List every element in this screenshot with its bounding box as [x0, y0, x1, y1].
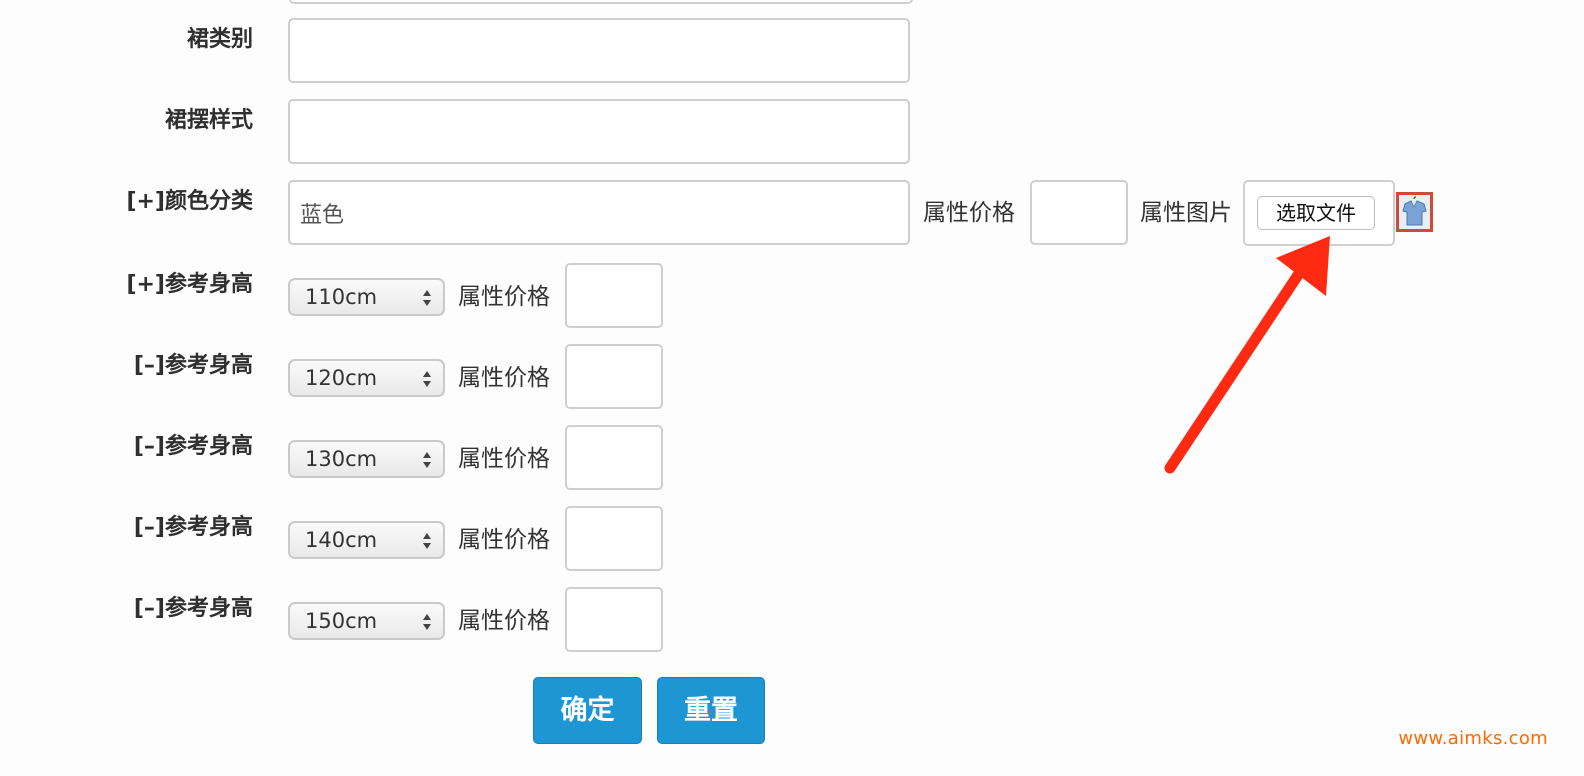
- skirt-type-label: 裙类别: [0, 25, 253, 55]
- height-price-label-3: 属性价格: [458, 446, 550, 472]
- watermark-text: www.aimks.com: [1398, 728, 1548, 749]
- choose-file-button[interactable]: 选取文件: [1257, 196, 1375, 230]
- height-add-toggle[interactable]: [+]: [126, 272, 165, 297]
- select-arrows-icon: [423, 614, 431, 630]
- height-price-input-3[interactable]: [565, 425, 663, 490]
- product-attribute-form: 裙类别 裙摆样式 [+]颜色分类 属性价格 属性图片 选取文件 [+]参考身高 …: [0, 0, 1584, 776]
- hem-style-label-text: 裙摆样式: [164, 108, 253, 133]
- skirt-type-label-text: 裙类别: [186, 27, 253, 52]
- select-arrows-icon: [423, 290, 431, 306]
- height-price-input-2[interactable]: [565, 344, 663, 409]
- height-remove-toggle[interactable]: [–]: [134, 434, 165, 459]
- height-row-1-label: [+]参考身高: [0, 270, 253, 300]
- hem-style-input[interactable]: [288, 99, 910, 164]
- skirt-type-input[interactable]: [288, 18, 910, 83]
- height-price-label-5: 属性价格: [458, 608, 550, 634]
- color-image-label: 属性图片: [1140, 200, 1232, 226]
- height-row-3-label-text: 参考身高: [164, 434, 253, 459]
- height-remove-toggle[interactable]: [–]: [134, 515, 165, 540]
- select-arrows-icon: [423, 371, 431, 387]
- color-value-input[interactable]: [288, 180, 910, 245]
- reset-button[interactable]: 重置: [657, 677, 765, 744]
- height-row-2-label-text: 参考身高: [164, 353, 253, 378]
- height-row-5-label-text: 参考身高: [164, 596, 253, 621]
- height-select-5[interactable]: 150cm: [288, 602, 445, 640]
- color-price-label: 属性价格: [923, 200, 1015, 226]
- color-category-label: [+]颜色分类: [0, 187, 253, 217]
- height-select-1-value: 110cm: [305, 285, 378, 309]
- height-select-2-value: 120cm: [305, 366, 378, 390]
- select-arrows-icon: [423, 533, 431, 549]
- height-price-input-5[interactable]: [565, 587, 663, 652]
- height-select-5-value: 150cm: [305, 609, 378, 633]
- height-select-4[interactable]: 140cm: [288, 521, 445, 559]
- height-remove-toggle[interactable]: [–]: [134, 596, 165, 621]
- clothing-thumbnail-icon[interactable]: [1396, 192, 1433, 232]
- confirm-button[interactable]: 确定: [533, 677, 642, 744]
- height-row-4-label: [–]参考身高: [0, 513, 253, 543]
- height-select-1[interactable]: 110cm: [288, 278, 445, 316]
- color-price-input[interactable]: [1030, 180, 1128, 245]
- height-row-1-label-text: 参考身高: [164, 272, 253, 297]
- height-row-4-label-text: 参考身高: [164, 515, 253, 540]
- height-row-3-label: [–]参考身高: [0, 432, 253, 462]
- previous-field-input[interactable]: [289, 0, 913, 4]
- color-add-toggle[interactable]: [+]: [126, 189, 165, 214]
- height-row-5-label: [–]参考身高: [0, 594, 253, 624]
- red-arrow-annotation-icon: [1164, 236, 1330, 474]
- height-price-input-4[interactable]: [565, 506, 663, 571]
- select-arrows-icon: [423, 452, 431, 468]
- color-category-label-text: 颜色分类: [164, 189, 253, 214]
- height-price-label-1: 属性价格: [458, 284, 550, 310]
- height-price-input-1[interactable]: [565, 263, 663, 328]
- height-select-2[interactable]: 120cm: [288, 359, 445, 397]
- height-select-3-value: 130cm: [305, 447, 378, 471]
- height-select-3[interactable]: 130cm: [288, 440, 445, 478]
- height-price-label-4: 属性价格: [458, 527, 550, 553]
- height-row-2-label: [–]参考身高: [0, 351, 253, 381]
- hem-style-label: 裙摆样式: [0, 106, 253, 136]
- height-select-4-value: 140cm: [305, 528, 378, 552]
- height-price-label-2: 属性价格: [458, 365, 550, 391]
- height-remove-toggle[interactable]: [–]: [134, 353, 165, 378]
